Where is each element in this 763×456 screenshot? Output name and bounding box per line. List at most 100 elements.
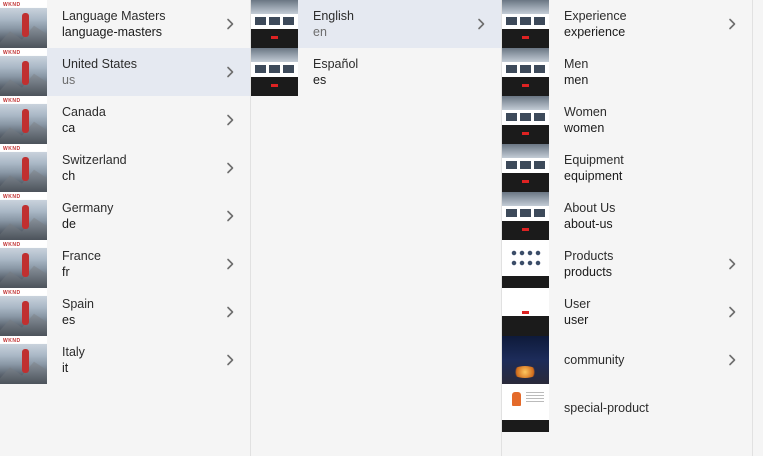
page-row[interactable]: WKND Canada ca xyxy=(0,96,250,144)
page-name: en xyxy=(313,25,327,39)
page-row[interactable]: Men men xyxy=(502,48,752,96)
chevron-right-icon[interactable] xyxy=(720,0,744,48)
column-2[interactable]: English en Español es xyxy=(251,0,502,456)
column-3[interactable]: Experience experience Men men Women women Equi… xyxy=(502,0,753,456)
page-thumbnail xyxy=(502,144,549,192)
hiker-image xyxy=(22,253,29,277)
page-title: community xyxy=(564,353,625,367)
page-title: About Us xyxy=(564,201,616,215)
page-thumbnail xyxy=(502,96,549,144)
chevron-right-icon[interactable] xyxy=(218,240,242,288)
page-row[interactable]: WKND United States us xyxy=(0,48,250,96)
red-button xyxy=(522,84,529,87)
chevron-right-icon[interactable] xyxy=(218,144,242,192)
page-name: fr xyxy=(62,265,70,279)
chevron-right-icon[interactable] xyxy=(218,192,242,240)
page-row[interactable]: special-product xyxy=(502,384,752,432)
brand-logo: WKND xyxy=(3,98,21,104)
page-name: us xyxy=(62,73,76,87)
page-thumbnail: WKND xyxy=(0,192,47,240)
chevron-right-icon[interactable] xyxy=(218,0,242,48)
page-row[interactable]: Experience experience xyxy=(502,0,752,48)
page-title: Spain xyxy=(62,297,94,311)
column-empty xyxy=(753,0,763,456)
page-row[interactable]: Equipment equipment xyxy=(502,144,752,192)
page-name: ch xyxy=(62,169,76,183)
page-thumbnail: WKND xyxy=(0,96,47,144)
page-thumbnail: WKND xyxy=(0,144,47,192)
hiker-image xyxy=(22,157,29,181)
page-row[interactable]: About Us about-us xyxy=(502,192,752,240)
red-button xyxy=(271,84,278,87)
red-button xyxy=(522,132,529,135)
page-title: Women xyxy=(564,105,607,119)
row-text: Language Masters language-masters xyxy=(62,8,218,40)
chevron-right-icon[interactable] xyxy=(218,96,242,144)
brand-logo: WKND xyxy=(3,50,21,56)
page-title: Canada xyxy=(62,105,106,119)
row-text: Equipment equipment xyxy=(564,152,720,184)
chevron-right-icon[interactable] xyxy=(720,240,744,288)
page-title: English xyxy=(313,9,354,23)
page-title: Italy xyxy=(62,345,85,359)
page-row[interactable]: Products products xyxy=(502,240,752,288)
chevron-right-icon[interactable] xyxy=(469,0,493,48)
page-title: Men xyxy=(564,57,589,71)
row-text: About Us about-us xyxy=(564,200,720,232)
hero-banner xyxy=(502,48,549,62)
column-1[interactable]: WKND Language Masters language-masters WKND… xyxy=(0,0,251,456)
page-title: Experience xyxy=(564,9,627,23)
chevron-right-icon[interactable] xyxy=(720,336,744,384)
page-name: it xyxy=(62,361,69,375)
page-name: user xyxy=(564,313,589,327)
page-row[interactable]: WKND Germany de xyxy=(0,192,250,240)
row-text: Italy it xyxy=(62,344,218,376)
hero-banner xyxy=(251,48,298,62)
page-name: de xyxy=(62,217,76,231)
page-row[interactable]: English en xyxy=(251,0,501,48)
hiker-image xyxy=(22,109,29,133)
page-thumbnail: WKND xyxy=(0,48,47,96)
hero-banner xyxy=(502,0,549,14)
row-text: Español es xyxy=(313,56,469,88)
page-name: equipment xyxy=(564,169,623,183)
page-thumbnail xyxy=(502,288,549,336)
page-name: experience xyxy=(564,25,626,39)
chevron-right-icon[interactable] xyxy=(218,336,242,384)
product-image xyxy=(512,392,521,406)
page-row[interactable]: Women women xyxy=(502,96,752,144)
brand-logo: WKND xyxy=(3,146,21,152)
page-name: products xyxy=(564,265,612,279)
page-thumbnail xyxy=(502,384,549,432)
row-text: English en xyxy=(313,8,469,40)
chevron-right-icon[interactable] xyxy=(720,288,744,336)
page-row[interactable]: User user xyxy=(502,288,752,336)
brand-logo: WKND xyxy=(3,290,21,296)
red-button xyxy=(271,36,278,39)
page-title: United States xyxy=(62,57,138,71)
chevron-right-icon[interactable] xyxy=(218,288,242,336)
page-row[interactable]: WKND Switzerland ch xyxy=(0,144,250,192)
page-title: France xyxy=(62,249,101,263)
row-text: User user xyxy=(564,296,720,328)
product-grid xyxy=(510,248,542,268)
page-row[interactable]: WKND Spain es xyxy=(0,288,250,336)
page-name: es xyxy=(313,73,327,87)
hiker-image xyxy=(22,301,29,325)
hero-banner xyxy=(502,192,549,206)
page-row[interactable]: WKND France fr xyxy=(0,240,250,288)
page-row[interactable]: WKND Language Masters language-masters xyxy=(0,0,250,48)
page-thumbnail: WKND xyxy=(0,0,47,48)
page-thumbnail xyxy=(251,48,298,96)
hiker-image xyxy=(22,13,29,37)
page-name: about-us xyxy=(564,217,613,231)
page-row[interactable]: community xyxy=(502,336,752,384)
row-text: Products products xyxy=(564,248,720,280)
footer-band xyxy=(502,316,549,336)
page-thumbnail: WKND xyxy=(0,240,47,288)
column-browser: WKND Language Masters language-masters WKND… xyxy=(0,0,763,456)
page-row[interactable]: WKND Italy it xyxy=(0,336,250,384)
chevron-right-icon[interactable] xyxy=(218,48,242,96)
page-title: special-product xyxy=(564,401,649,415)
page-row[interactable]: Español es xyxy=(251,48,501,96)
